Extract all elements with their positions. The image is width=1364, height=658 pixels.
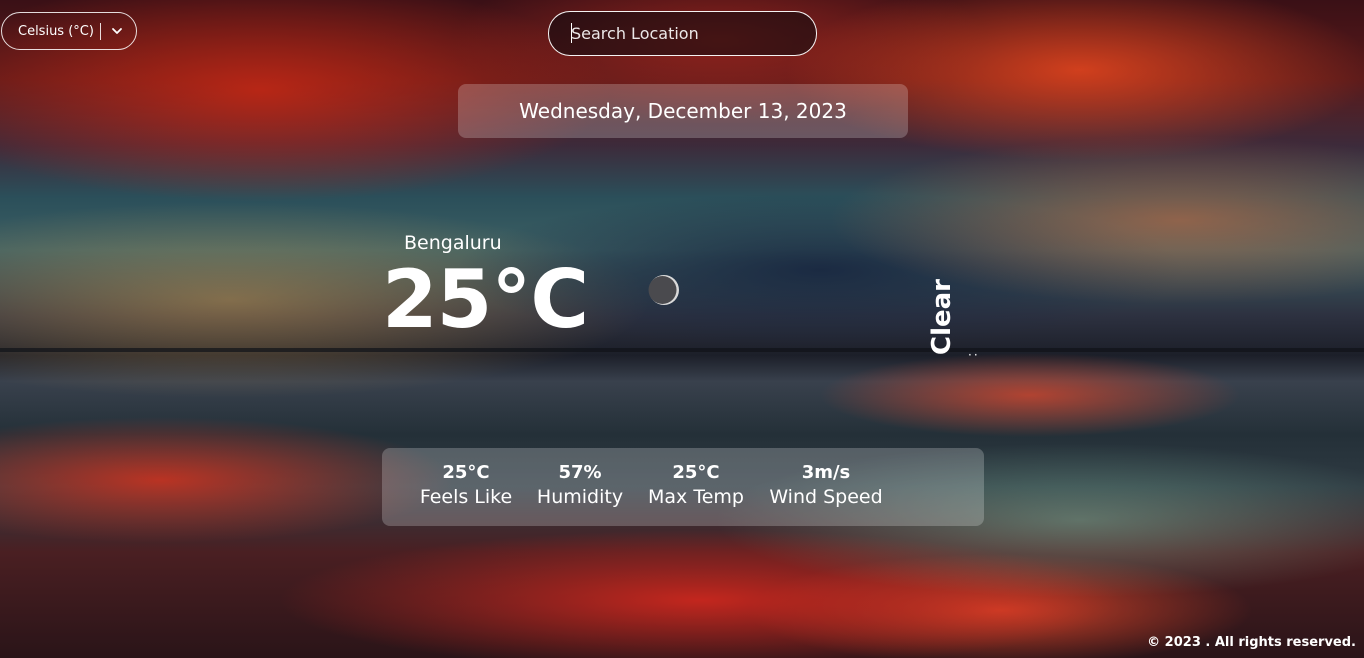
stat-feels-like: 25°C Feels Like [418,462,514,510]
stat-value: 3m/s [801,462,851,483]
unit-select-value: Celsius (°C) [18,23,94,39]
unit-select[interactable]: Celsius (°C) [1,12,137,50]
stat-value: 25°C [442,462,490,483]
date-display: Wednesday, December 13, 2023 [458,84,908,138]
ellipsis-marker: ·· [968,348,980,362]
date-text: Wednesday, December 13, 2023 [519,99,847,123]
footer-copyright: © 2023 . All rights reserved. [1147,635,1356,650]
weather-condition: Clear [927,279,957,355]
stat-value: 57% [558,462,602,483]
background-horizon [0,348,1364,352]
stat-label: Humidity [536,486,624,508]
weather-app: Celsius (°C) Wednesday, December 13, 202… [0,0,1364,658]
stat-wind-speed: 3m/s Wind Speed [766,462,886,510]
moon-icon [648,275,679,305]
city-name: Bengaluru [404,232,502,254]
search-input[interactable] [548,11,817,56]
stat-value: 25°C [672,462,720,483]
unit-select-divider [100,23,101,40]
stat-max-temp: 25°C Max Temp [644,462,748,510]
chevron-down-icon[interactable] [109,23,125,39]
stat-label: Wind Speed [769,486,883,508]
weather-stats-panel: 25°C Feels Like 57% Humidity 25°C Max Te… [382,448,984,526]
text-caret [571,23,572,43]
stat-label: Feels Like [419,486,513,508]
current-temperature: 25°C [382,253,589,346]
stat-humidity: 57% Humidity [534,462,626,510]
stat-label: Max Temp [648,486,744,508]
